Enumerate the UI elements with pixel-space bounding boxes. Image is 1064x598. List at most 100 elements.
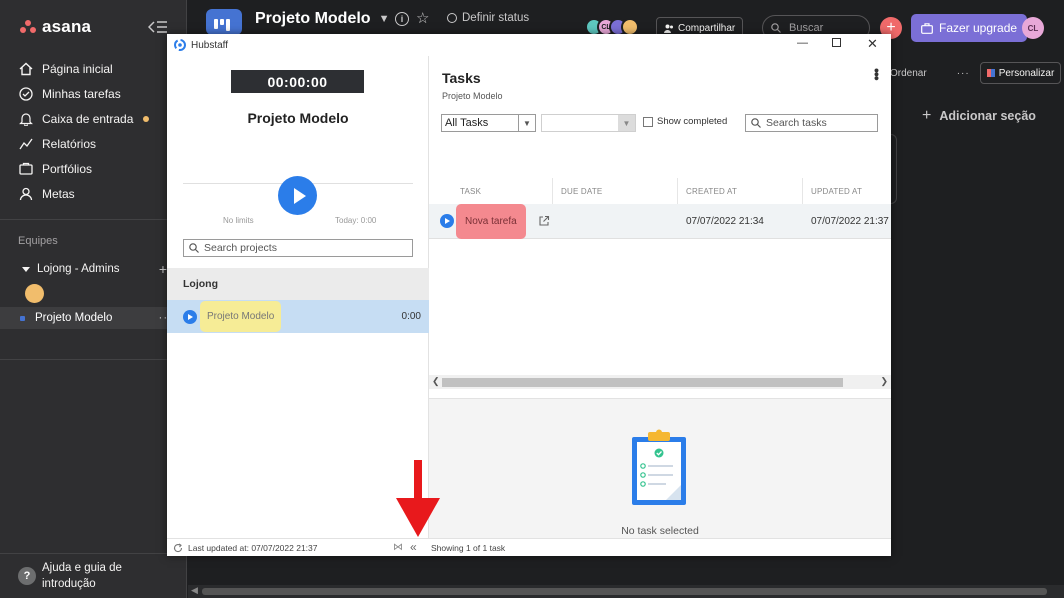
status-circle-icon: [447, 13, 457, 23]
person-icon: [18, 186, 34, 202]
project-board-icon: [206, 9, 242, 35]
sidebar-divider: [0, 359, 187, 360]
search-icon: [771, 23, 781, 33]
sidebar-item-inbox[interactable]: Caixa de entrada: [18, 109, 150, 129]
upgrade-label: Fazer upgrade: [939, 21, 1018, 35]
compact-view-icon[interactable]: ⋈: [393, 542, 403, 553]
project-list-item[interactable]: Projeto Modelo 0:00: [167, 300, 429, 333]
board-column: [891, 134, 897, 204]
scroll-left-icon[interactable]: ❮: [432, 376, 440, 387]
show-completed-toggle[interactable]: Show completed: [643, 116, 727, 127]
customize-button[interactable]: Personalizar: [979, 62, 1062, 84]
external-link-icon[interactable]: [538, 215, 550, 227]
board-horizontal-scrollbar[interactable]: ◀: [188, 585, 1064, 598]
sidebar-item-goals[interactable]: Metas: [18, 184, 75, 204]
add-team-project-icon[interactable]: +: [159, 261, 167, 277]
sidebar-item-label: Portfólios: [42, 162, 93, 176]
kebab-menu-icon[interactable]: •••: [869, 68, 885, 80]
help-button[interactable]: ? Ajuda e guia de introdução: [18, 560, 122, 592]
sidebar-team-row[interactable]: Lojong - Admins +: [22, 261, 167, 277]
set-status-button[interactable]: Definir status: [447, 12, 529, 24]
task-name: Nova tarefa: [456, 203, 526, 239]
search-projects-placeholder: Search projects: [204, 242, 277, 254]
column-header-due-date[interactable]: DUE DATE: [553, 178, 678, 204]
sort-button[interactable]: Ordenar: [890, 68, 927, 79]
sidebar-collapse-icon[interactable]: [148, 20, 168, 34]
project-title[interactable]: Projeto Modelo ▼: [255, 10, 389, 28]
project-item-time: 0:00: [401, 311, 421, 322]
task-filter-select[interactable]: All Tasks ▼: [441, 114, 536, 132]
star-icon[interactable]: ☆: [416, 9, 429, 27]
sidebar-item-portfolios[interactable]: Portfólios: [18, 159, 92, 179]
sidebar-item-label: Página inicial: [42, 62, 113, 76]
tasks-horizontal-scrollbar[interactable]: ❮ ❯: [429, 375, 891, 389]
add-section-button[interactable]: + Adicionar seção: [922, 107, 1036, 125]
sidebar-item-label: Metas: [42, 187, 75, 201]
asana-topbar: Projeto Modelo ▼ i ☆ Definir status CL C…: [188, 0, 1064, 42]
tasks-pane: Tasks Projeto Modelo ••• All Tasks ▼ ▼ S…: [429, 56, 891, 538]
user-avatar[interactable]: CL: [1022, 17, 1044, 39]
asana-logo[interactable]: asana: [20, 17, 91, 37]
tasks-heading: Tasks: [442, 70, 481, 86]
status-bar: Last updated at: 07/07/2022 21:37 ⋈ « Sh…: [167, 538, 891, 556]
teams-heading: Equipes: [18, 235, 58, 247]
sidebar-item-label: Caixa de entrada: [42, 112, 134, 126]
secondary-filter-select[interactable]: ▼: [541, 114, 636, 132]
play-project-icon[interactable]: [183, 309, 197, 324]
hubstaff-titlebar[interactable]: Hubstaff: [167, 34, 891, 56]
column-header-updated-at[interactable]: UPDATED AT: [803, 178, 891, 204]
search-placeholder: Buscar: [789, 22, 824, 34]
project-color-icon: [20, 315, 25, 321]
refresh-icon[interactable]: [173, 543, 183, 553]
column-header-created-at[interactable]: CREATED AT: [678, 178, 803, 204]
add-section-label: Adicionar seção: [939, 109, 1036, 123]
hubstaff-window: Hubstaff — ✕ 00:00:00 Projeto Modelo No …: [167, 34, 891, 556]
chevron-down-icon[interactable]: ▼: [379, 13, 390, 25]
info-icon[interactable]: i: [395, 12, 409, 26]
table-row[interactable]: Nova tarefa 07/07/2022 21:34 07/07/2022 …: [429, 203, 891, 239]
search-projects-input[interactable]: Search projects: [183, 239, 413, 257]
chevron-down-icon[interactable]: ▼: [518, 115, 535, 131]
today-time-text: Today: 0:00: [335, 216, 377, 225]
caret-down-icon[interactable]: [22, 266, 30, 272]
sidebar-item-my-tasks[interactable]: Minhas tarefas: [18, 84, 121, 104]
task-detail-panel: No task selected: [429, 398, 891, 538]
task-created-at: 07/07/2022 21:34: [686, 215, 764, 227]
scrollbar-thumb[interactable]: [442, 378, 843, 387]
window-title: Hubstaff: [191, 39, 229, 51]
maximize-icon[interactable]: [832, 38, 841, 47]
show-completed-checkbox[interactable]: [643, 116, 653, 127]
unread-badge: [143, 116, 150, 122]
minimize-icon[interactable]: —: [797, 37, 808, 49]
scrollbar-thumb[interactable]: [202, 588, 1047, 595]
search-tasks-input[interactable]: Search tasks: [745, 114, 878, 132]
column-header-task[interactable]: TASK: [429, 178, 553, 204]
sidebar-divider: [0, 553, 187, 554]
sidebar-item-project[interactable]: Projeto Modelo ···: [0, 307, 187, 329]
customize-label: Personalizar: [998, 67, 1055, 79]
plus-icon: +: [922, 107, 932, 124]
sidebar-item-label: Relatórios: [42, 137, 97, 151]
play-task-icon[interactable]: [440, 214, 454, 228]
scroll-right-icon[interactable]: ❯: [880, 376, 888, 387]
collapse-panel-icon[interactable]: «: [410, 540, 417, 554]
sidebar-item-reports[interactable]: Relatórios: [18, 134, 96, 154]
team-member-avatar[interactable]: [25, 284, 44, 303]
close-icon[interactable]: ✕: [867, 36, 878, 52]
project-item-name: Projeto Modelo: [200, 301, 282, 332]
upgrade-button[interactable]: Fazer upgrade: [911, 14, 1028, 42]
task-updated-at: 07/07/2022 21:37: [811, 215, 889, 227]
help-label: Ajuda e guia de introdução: [42, 560, 122, 592]
search-icon: [189, 243, 199, 253]
timer-pane: 00:00:00 Projeto Modelo No limits Today:…: [167, 56, 429, 538]
tasks-project-subtitle: Projeto Modelo: [442, 91, 503, 101]
chevron-down-icon[interactable]: ▼: [618, 115, 635, 131]
start-timer-button[interactable]: [278, 176, 317, 215]
clipboard-icon: [632, 429, 686, 505]
check-circle-icon: [18, 86, 34, 102]
more-options-icon[interactable]: ···: [957, 68, 970, 79]
sidebar-item-home[interactable]: Página inicial: [18, 59, 113, 79]
task-filter-value: All Tasks: [445, 117, 489, 129]
team-name: Lojong - Admins: [37, 263, 120, 275]
scroll-left-icon[interactable]: ◀: [191, 585, 198, 596]
